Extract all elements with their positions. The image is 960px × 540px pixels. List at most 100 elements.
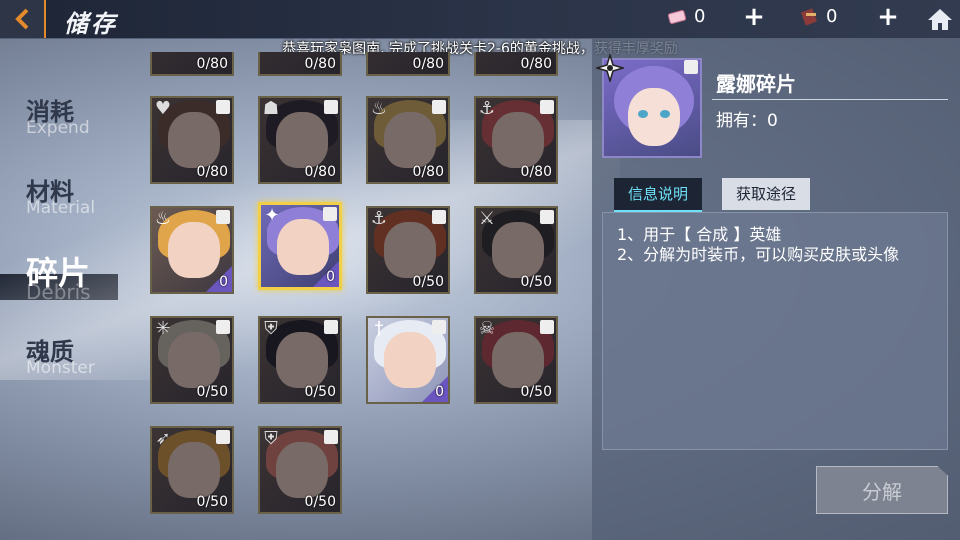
puzzle-icon	[324, 100, 338, 114]
fragment-count: 0/80	[520, 164, 552, 180]
puzzle-icon	[216, 100, 230, 114]
owned-count-row: 拥有：0	[716, 106, 778, 131]
top-bar: 储存 0 + 0 +	[0, 0, 960, 39]
fragment-count: 0/50	[196, 494, 228, 510]
fragment-count: 0/50	[412, 274, 444, 290]
portrait-face	[276, 112, 328, 168]
puzzle-icon	[324, 430, 338, 444]
fragment-item-selected[interactable]: ✦ 0	[258, 202, 342, 290]
puzzle-icon	[216, 320, 230, 334]
nav-label-en: Material	[26, 198, 96, 218]
fragment-item[interactable]: 0/80	[258, 52, 342, 76]
portrait-face	[384, 112, 436, 168]
decompose-button[interactable]: 分解	[816, 466, 948, 514]
back-button[interactable]	[0, 0, 46, 38]
anchor-role-icon: ⚓	[478, 98, 496, 119]
nav-label-en: Expend	[26, 118, 90, 138]
back-arrow-icon	[15, 8, 29, 30]
nav-item-expend[interactable]: 消耗 Expend	[0, 90, 130, 170]
fragment-item[interactable]: ✳ 0/50	[150, 316, 234, 404]
fragment-count: 0	[219, 274, 228, 290]
fragment-count: 0/80	[520, 56, 552, 72]
portrait-face	[276, 442, 328, 498]
category-nav: 消耗 Expend 材料 Material 碎片 Debris 魂质 Monst…	[0, 90, 130, 410]
puzzle-icon	[540, 210, 554, 224]
tab-info[interactable]: 信息说明	[614, 178, 703, 212]
fragment-item[interactable]: ⛨ 0/50	[258, 316, 342, 404]
home-icon	[928, 9, 952, 30]
puzzle-icon	[540, 100, 554, 114]
flame-role-icon: ♨	[370, 98, 388, 119]
portrait-face	[168, 442, 220, 498]
portrait-face	[384, 222, 436, 278]
page-title: 储存	[64, 10, 118, 38]
fragment-count: 0/50	[520, 274, 552, 290]
book-icon	[800, 7, 818, 26]
fragment-count: 0/80	[304, 56, 336, 72]
nav-item-debris[interactable]: 碎片 Debris	[0, 250, 130, 330]
portrait-face	[628, 88, 680, 146]
fragment-item[interactable]: ⚓ 0/50	[366, 206, 450, 294]
ticket-icon	[668, 9, 687, 24]
shield-role-icon: ⛨	[264, 428, 278, 449]
sword-role-icon: †	[374, 318, 384, 339]
fragment-grid: 0/80 0/80 0/80 0/80 ♥ 0/80 ☗ 0/80 ♨ 0/80…	[140, 52, 590, 540]
fragment-item[interactable]: ☗ 0/80	[258, 96, 342, 184]
shield-role-icon: ⛨	[264, 318, 278, 339]
puzzle-icon	[540, 320, 554, 334]
tank-role-icon: ♥	[154, 98, 172, 119]
portrait-face	[492, 112, 544, 168]
fragment-item[interactable]: ♨ 0	[150, 206, 234, 294]
puzzle-icon	[684, 60, 698, 74]
fragment-count: 0	[326, 269, 335, 285]
puzzle-icon	[216, 430, 230, 444]
portrait-eye	[660, 110, 670, 118]
fragment-count: 0/80	[196, 164, 228, 180]
anchor-role-icon: ⚓	[370, 208, 388, 229]
fragment-count: 0/80	[412, 56, 444, 72]
item-name: 露娜碎片	[716, 72, 796, 96]
nav-item-monster[interactable]: 魂质 Monster	[0, 330, 130, 410]
portrait-face	[168, 332, 220, 388]
description-line: 2、分解为时装币，可以购买皮肤或头像	[617, 245, 900, 264]
fragment-count: 0/50	[196, 384, 228, 400]
star-role-icon: ✳	[155, 318, 171, 339]
mask-role-icon: ☗	[262, 98, 280, 119]
bow-role-icon: ➶	[155, 428, 171, 449]
fragment-item[interactable]: ♨ 0/80	[366, 96, 450, 184]
flame-role-icon: ♨	[154, 208, 172, 229]
fragment-item[interactable]: ⚔ 0/50	[474, 206, 558, 294]
nav-label-en: Debris	[26, 280, 91, 304]
puzzle-icon	[216, 210, 230, 224]
resource-ticket: 0	[668, 6, 705, 27]
fragment-count: 0/80	[304, 164, 336, 180]
owned-label: 拥有：	[716, 111, 767, 131]
description-box: 1、用于【 合成 】英雄 2、分解为时装币，可以购买皮肤或头像	[602, 212, 948, 450]
nav-item-material[interactable]: 材料 Material	[0, 170, 130, 250]
fragment-item[interactable]: 0/80	[366, 52, 450, 76]
fragment-count: 0/50	[304, 494, 336, 510]
fragment-item[interactable]: 0/80	[474, 52, 558, 76]
fragment-item[interactable]: ♥ 0/80	[150, 96, 234, 184]
add-book-button[interactable]: +	[876, 4, 900, 30]
add-ticket-button[interactable]: +	[742, 4, 766, 30]
portrait-face	[492, 222, 544, 278]
fragment-item[interactable]: † 0	[366, 316, 450, 404]
puzzle-icon	[432, 210, 446, 224]
fragment-item[interactable]: ☠ 0/50	[474, 316, 558, 404]
fragment-count: 0/80	[196, 56, 228, 72]
fragment-count: 0/50	[304, 384, 336, 400]
portrait-face	[168, 112, 220, 168]
shuriken-role-icon	[596, 54, 624, 82]
resource-book: 0	[800, 6, 837, 27]
home-button[interactable]	[920, 0, 960, 38]
book-count: 0	[826, 6, 838, 27]
tab-source[interactable]: 获取途径	[722, 178, 811, 210]
fragment-count: 0	[435, 384, 444, 400]
fragment-item[interactable]: ⚓ 0/80	[474, 96, 558, 184]
fragment-count: 0/80	[412, 164, 444, 180]
fragment-item[interactable]: ⛨ 0/50	[258, 426, 342, 514]
sword-role-icon: ⚔	[478, 208, 496, 229]
fragment-item[interactable]: 0/80	[150, 52, 234, 76]
fragment-item[interactable]: ➶ 0/50	[150, 426, 234, 514]
